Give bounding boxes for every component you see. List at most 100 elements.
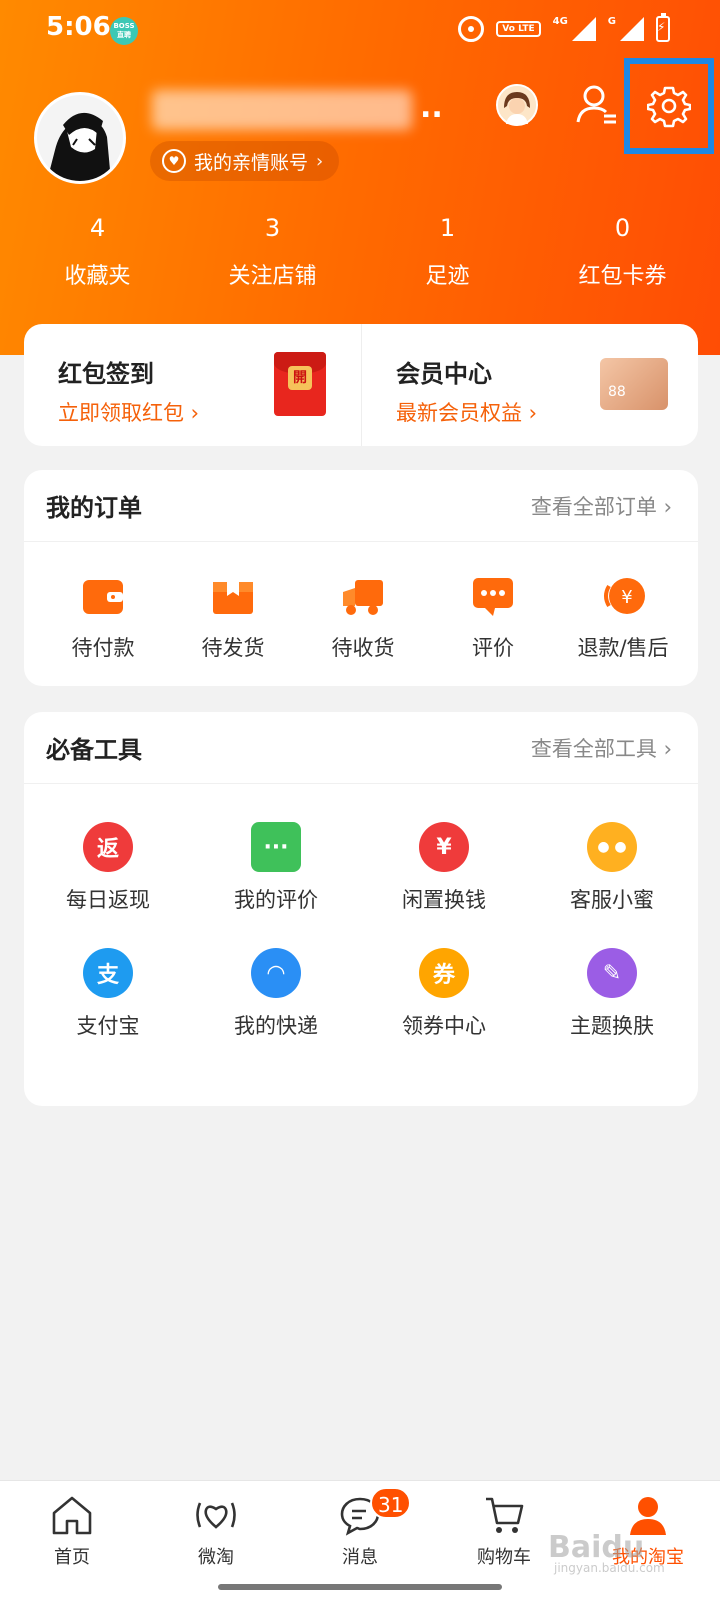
tools-card: 必备工具 查看全部工具 › 返 每日返现 ··· 我的评价 ¥ 闲置换钱 ● ●…: [24, 712, 698, 1106]
volte-icon: Vo LTE: [496, 21, 541, 37]
cashback-icon: 返: [83, 822, 133, 872]
tools-header: 必备工具 查看全部工具 ›: [24, 712, 698, 784]
tool-idle-exchange[interactable]: ¥ 闲置换钱: [360, 822, 528, 914]
tool-my-reviews[interactable]: ··· 我的评价: [192, 822, 360, 914]
settings-button[interactable]: [624, 58, 714, 154]
comment-icon: [471, 574, 515, 618]
coupon-icon: 券: [419, 948, 469, 998]
red-packet-icon: 開: [274, 352, 326, 416]
username-blurred: [152, 90, 412, 130]
family-account-label: 我的亲情账号: [194, 151, 309, 174]
truck-icon: [341, 574, 385, 618]
order-label: 退款/售后: [577, 636, 669, 660]
refund-icon: ¥: [601, 574, 645, 618]
home-indicator[interactable]: [218, 1584, 502, 1590]
alipay-icon: 支: [83, 948, 133, 998]
tool-label: 我的评价: [234, 888, 318, 912]
home-icon: [50, 1493, 94, 1537]
order-pending-shipment[interactable]: 待发货: [168, 574, 298, 662]
order-pending-receipt[interactable]: 待收货: [298, 574, 428, 662]
stat-favorites[interactable]: 4 收藏夹: [10, 214, 185, 290]
stat-coupons[interactable]: 0 红包卡券: [535, 214, 710, 290]
svg-text:¥: ¥: [621, 587, 632, 608]
order-label: 待付款: [71, 636, 135, 660]
review-bubble-icon: ···: [251, 822, 301, 872]
money-bag-icon: ¥: [419, 822, 469, 872]
nav-messages[interactable]: 31 消息: [288, 1481, 432, 1600]
order-label: 待收货: [331, 636, 395, 660]
network-type-g: G: [607, 16, 616, 27]
orders-card: 我的订单 查看全部订单 › 待付款 待发货 待收货 评价 ¥ 退款/售后: [24, 470, 698, 686]
baidu-watermark: Baidu jingyan.baidu.com: [548, 1530, 665, 1575]
stat-count: 0: [614, 214, 631, 242]
package-icon: [211, 574, 255, 618]
tool-label: 我的快递: [234, 1014, 318, 1038]
order-status-row: 待付款 待发货 待收货 评价 ¥ 退款/售后: [24, 542, 698, 662]
order-label: 待发货: [201, 636, 265, 660]
account-switch-button[interactable]: [574, 82, 620, 128]
order-refund[interactable]: ¥ 退款/售后: [558, 574, 688, 662]
nav-label: 微淘: [198, 1547, 234, 1568]
tool-coupon-center[interactable]: 券 领券中心: [360, 948, 528, 1040]
promo-card: 红包签到 立即领取红包 › 開 会员中心 最新会员权益 › 88: [24, 324, 698, 446]
order-pending-payment[interactable]: 待付款: [38, 574, 168, 662]
portrait-icon: [498, 86, 536, 124]
profile-stats: 4 收藏夹 3 关注店铺 1 足迹 0 红包卡券: [0, 214, 720, 290]
tool-label: 闲置换钱: [402, 888, 486, 912]
user-list-icon: [576, 85, 616, 124]
red-packet-seal: 開: [288, 366, 312, 390]
orders-header: 我的订单 查看全部订单 ›: [24, 470, 698, 542]
watermark-site: jingyan.baidu.com: [554, 1561, 665, 1575]
nav-home[interactable]: 首页: [0, 1481, 144, 1600]
username: ..: [152, 90, 452, 134]
red-packet-signin[interactable]: 红包签到 立即领取红包 › 開: [24, 324, 361, 446]
mini-avatar-button[interactable]: [496, 84, 538, 126]
wallet-icon: [81, 574, 125, 618]
tool-label: 领券中心: [402, 1014, 486, 1038]
tool-label: 主题换肤: [570, 1014, 654, 1038]
order-review[interactable]: 评价: [428, 574, 558, 662]
nav-label: 消息: [342, 1547, 378, 1568]
chevron-right-icon: ›: [316, 150, 324, 172]
stat-label: 足迹: [425, 264, 470, 289]
tool-my-express[interactable]: ◠ 我的快递: [192, 948, 360, 1040]
family-home-icon: ♥: [162, 149, 186, 173]
stat-label: 红包卡券: [578, 264, 667, 289]
assistant-face-icon: ● ●: [587, 822, 637, 872]
cart-icon: [482, 1493, 526, 1537]
tool-alipay[interactable]: 支 支付宝: [24, 948, 192, 1040]
message-count-badge: 31: [370, 1487, 412, 1519]
stat-count: 4: [89, 214, 106, 242]
tool-customer-service[interactable]: ● ● 客服小蜜: [528, 822, 696, 914]
stat-footprints[interactable]: 1 足迹: [360, 214, 535, 290]
member-card-icon: 88: [600, 358, 668, 410]
battery-charging-icon: [656, 13, 670, 42]
signal-icon: [571, 17, 596, 41]
view-all-tools-link[interactable]: 查看全部工具 ›: [531, 733, 672, 763]
tool-label: 客服小蜜: [570, 888, 654, 912]
status-icons: Vo LTE 4G G: [458, 13, 670, 42]
tool-daily-cashback[interactable]: 返 每日返现: [24, 822, 192, 914]
order-label: 评价: [472, 636, 514, 660]
tools-row-1: 返 每日返现 ··· 我的评价 ¥ 闲置换钱 ● ● 客服小蜜: [24, 784, 698, 914]
section-title: 我的订单: [46, 494, 142, 522]
family-account-button[interactable]: ♥ 我的亲情账号 ›: [150, 141, 340, 181]
signal-icon-2: [620, 17, 644, 41]
member-center[interactable]: 会员中心 最新会员权益 › 88: [361, 324, 698, 446]
section-title: 必备工具: [46, 736, 142, 764]
stat-count: 3: [264, 214, 281, 242]
boss-app-badge-icon: BOSS 直聘: [110, 17, 138, 45]
nav-label: 首页: [54, 1547, 90, 1568]
tool-label: 支付宝: [76, 1014, 140, 1038]
view-all-orders-link[interactable]: 查看全部订单 ›: [531, 491, 672, 521]
network-type-4g: 4G: [552, 16, 568, 27]
nav-weitao[interactable]: 微淘: [144, 1481, 288, 1600]
tools-row-2: 支 支付宝 ◠ 我的快递 券 领券中心 ✎ 主题换肤: [24, 914, 698, 1040]
stat-followed-shops[interactable]: 3 关注店铺: [185, 214, 360, 290]
stat-label: 收藏夹: [64, 264, 131, 289]
palette-icon: ✎: [587, 948, 637, 998]
tool-theme-skin[interactable]: ✎ 主题换肤: [528, 948, 696, 1040]
user-avatar[interactable]: [34, 92, 126, 184]
stat-label: 关注店铺: [228, 264, 317, 289]
hotspot-icon: [458, 16, 485, 42]
